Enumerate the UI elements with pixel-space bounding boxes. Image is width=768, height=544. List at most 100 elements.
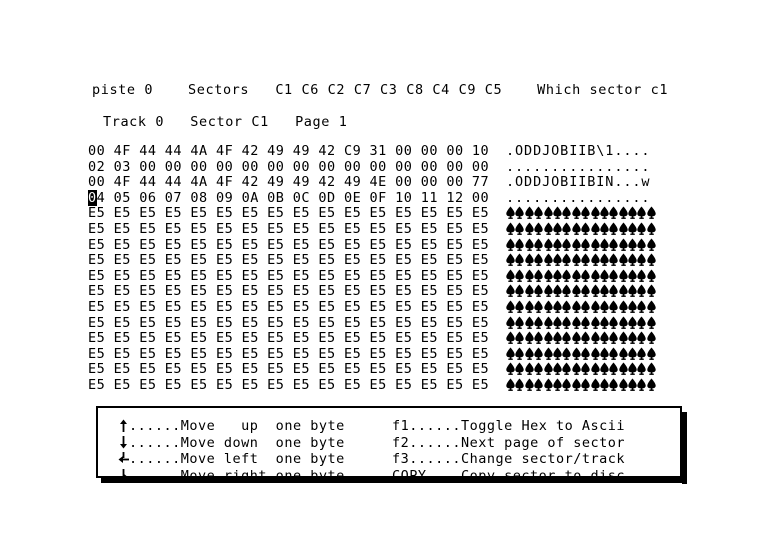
- hex-bytes[interactable]: 04 05 06 07 08 09 0A 0B 0C 0D 0E 0F 10 11 12 00: [88, 189, 498, 207]
- hex-byte[interactable]: E5: [139, 377, 165, 394]
- hex-byte[interactable]: E5: [421, 284, 447, 300]
- hex-byte[interactable]: E5: [446, 315, 472, 332]
- hex-byte[interactable]: 0B: [267, 190, 293, 207]
- hex-byte[interactable]: E5: [267, 362, 293, 378]
- hex-byte[interactable]: 49: [293, 143, 319, 160]
- hex-bytes[interactable]: E5 E5 E5 E5 E5 E5 E5 E5 E5 E5 E5 E5 E5 E5 E5 E5: [88, 221, 498, 238]
- hex-byte[interactable]: E5: [242, 268, 268, 285]
- hex-byte[interactable]: E5: [344, 221, 370, 238]
- hex-byte[interactable]: E5: [242, 206, 268, 222]
- hex-byte[interactable]: E5: [216, 284, 242, 300]
- hex-bytes[interactable]: E5 E5 E5 E5 E5 E5 E5 E5 E5 E5 E5 E5 E5 E5 E5 E5: [88, 346, 498, 363]
- hex-byte[interactable]: E5: [88, 284, 114, 300]
- hex-byte[interactable]: 00: [216, 159, 242, 176]
- hex-byte[interactable]: E5: [421, 221, 447, 238]
- hex-byte[interactable]: E5: [293, 268, 319, 285]
- hex-byte[interactable]: E5: [293, 206, 319, 222]
- hex-byte[interactable]: E5: [242, 299, 268, 316]
- hex-byte[interactable]: E5: [472, 331, 498, 347]
- hex-byte[interactable]: E5: [446, 221, 472, 238]
- hex-byte[interactable]: E5: [242, 346, 268, 363]
- hex-byte[interactable]: 49: [293, 175, 319, 191]
- hex-byte[interactable]: E5: [446, 284, 472, 300]
- hex-byte[interactable]: E5: [293, 253, 319, 269]
- hex-byte[interactable]: E5: [190, 284, 216, 300]
- hex-byte[interactable]: E5: [88, 206, 114, 222]
- hex-byte[interactable]: 03: [114, 159, 140, 176]
- hex-byte[interactable]: E5: [395, 315, 421, 332]
- hex-byte[interactable]: 00: [293, 159, 319, 176]
- hex-byte[interactable]: 00: [165, 159, 191, 176]
- hex-byte[interactable]: 00: [395, 159, 421, 176]
- hex-byte[interactable]: 4F: [114, 143, 140, 160]
- hex-bytes[interactable]: E5 E5 E5 E5 E5 E5 E5 E5 E5 E5 E5 E5 E5 E5 E5 E5: [88, 284, 498, 300]
- hex-byte[interactable]: E5: [88, 377, 114, 394]
- hex-byte[interactable]: 00: [242, 159, 268, 176]
- hex-byte[interactable]: E5: [139, 284, 165, 300]
- hex-dump-panel[interactable]: 00 4F 44 44 4A 4F 42 49 49 42 C9 31 00 00 00 10 .ODDJOBI…: [88, 143, 688, 394]
- hex-byte[interactable]: 4A: [190, 143, 216, 160]
- hex-byte[interactable]: E5: [165, 377, 191, 394]
- hex-byte[interactable]: E5: [114, 253, 140, 269]
- hex-bytes[interactable]: E5 E5 E5 E5 E5 E5 E5 E5 E5 E5 E5 E5 E5 E5 E5 E5: [88, 362, 498, 378]
- hex-byte[interactable]: E5: [139, 237, 165, 254]
- hex-byte[interactable]: E5: [472, 346, 498, 363]
- hex-byte[interactable]: E5: [344, 253, 370, 269]
- hex-dump-row[interactable]: E5 E5 E5 E5 E5 E5 E5 E5 E5 E5 E5 E5 E5 E5 E5 E5: [88, 253, 688, 269]
- hex-byte[interactable]: E5: [216, 331, 242, 347]
- hex-byte[interactable]: E5: [395, 221, 421, 238]
- hex-byte[interactable]: E5: [114, 331, 140, 347]
- hex-byte[interactable]: 44: [165, 175, 191, 191]
- hex-byte[interactable]: E5: [165, 299, 191, 316]
- hex-bytes[interactable]: E5 E5 E5 E5 E5 E5 E5 E5 E5 E5 E5 E5 E5 E5 E5 E5: [88, 299, 498, 316]
- hex-dump-row[interactable]: E5 E5 E5 E5 E5 E5 E5 E5 E5 E5 E5 E5 E5 E5 E5 E5: [88, 206, 688, 222]
- hex-byte[interactable]: E5: [395, 362, 421, 378]
- hex-byte[interactable]: E5: [472, 299, 498, 316]
- hex-byte[interactable]: 49: [267, 143, 293, 160]
- hex-byte[interactable]: E5: [395, 284, 421, 300]
- hex-byte[interactable]: E5: [370, 206, 396, 222]
- hex-byte[interactable]: E5: [190, 206, 216, 222]
- hex-byte[interactable]: 08: [190, 190, 216, 207]
- hex-byte[interactable]: E5: [293, 237, 319, 254]
- hex-byte[interactable]: E5: [267, 346, 293, 363]
- hex-byte[interactable]: E5: [216, 377, 242, 394]
- hex-byte[interactable]: E5: [139, 346, 165, 363]
- hex-byte[interactable]: E5: [370, 331, 396, 347]
- hex-byte[interactable]: E5: [139, 315, 165, 332]
- hex-byte[interactable]: E5: [216, 315, 242, 332]
- hex-byte[interactable]: E5: [344, 268, 370, 285]
- hex-byte[interactable]: 04: [88, 189, 114, 207]
- hex-byte[interactable]: E5: [318, 331, 344, 347]
- hex-byte[interactable]: E5: [242, 237, 268, 254]
- hex-byte[interactable]: E5: [242, 377, 268, 394]
- hex-byte[interactable]: E5: [446, 206, 472, 222]
- hex-byte[interactable]: 42: [318, 143, 344, 160]
- hex-byte[interactable]: 00: [472, 190, 498, 207]
- hex-byte[interactable]: 0C: [293, 190, 319, 207]
- hex-byte[interactable]: E5: [88, 299, 114, 316]
- hex-byte[interactable]: E5: [190, 268, 216, 285]
- hex-byte[interactable]: E5: [267, 237, 293, 254]
- hex-byte[interactable]: E5: [421, 362, 447, 378]
- hex-dump-row[interactable]: E5 E5 E5 E5 E5 E5 E5 E5 E5 E5 E5 E5 E5 E5 E5 E5: [88, 362, 688, 378]
- hex-byte[interactable]: E5: [318, 206, 344, 222]
- hex-byte[interactable]: 00: [446, 143, 472, 160]
- hex-byte[interactable]: E5: [139, 299, 165, 316]
- hex-byte[interactable]: E5: [293, 362, 319, 378]
- hex-byte[interactable]: E5: [318, 362, 344, 378]
- hex-byte[interactable]: 42: [242, 175, 268, 191]
- hex-byte[interactable]: E5: [267, 315, 293, 332]
- hex-byte[interactable]: 10: [395, 190, 421, 207]
- hex-byte[interactable]: E5: [242, 253, 268, 269]
- hex-byte[interactable]: E5: [370, 362, 396, 378]
- help-key-label[interactable]: f2: [392, 435, 409, 451]
- hex-byte[interactable]: E5: [242, 331, 268, 347]
- hex-byte[interactable]: E5: [421, 206, 447, 222]
- hex-bytes[interactable]: E5 E5 E5 E5 E5 E5 E5 E5 E5 E5 E5 E5 E5 E5 E5 E5: [88, 268, 498, 285]
- hex-byte[interactable]: E5: [293, 284, 319, 300]
- hex-byte[interactable]: 42: [318, 175, 344, 191]
- hex-byte[interactable]: E5: [242, 284, 268, 300]
- hex-byte[interactable]: E5: [472, 284, 498, 300]
- hex-byte[interactable]: 00: [395, 175, 421, 191]
